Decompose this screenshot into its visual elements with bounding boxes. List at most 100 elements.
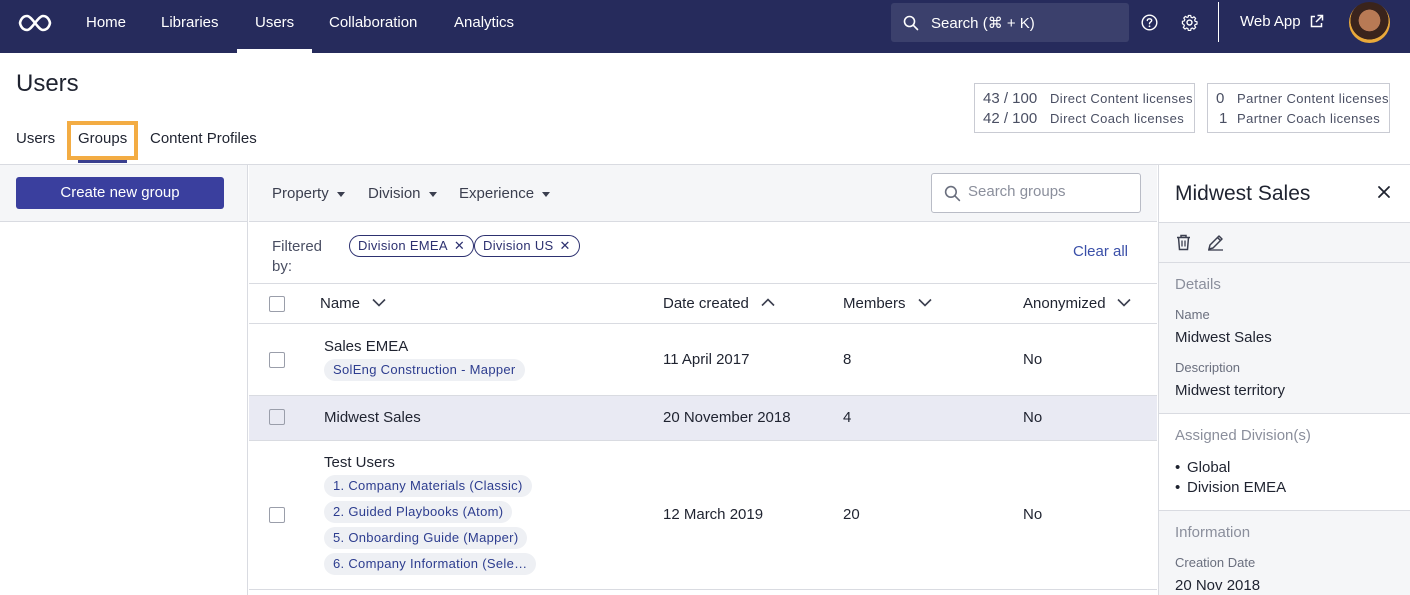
direct-content-license-count: 43 / 100 [983,90,1038,107]
date-created-cell: 11 April 2017 [663,351,750,368]
assigned-divisions-heading: Assigned Division(s) [1175,427,1311,444]
content-tag: 6. Company Information (Sele… [324,553,537,575]
table-header: Name Date created Members Anonymized [249,283,1157,324]
row-checkbox[interactable] [269,507,285,523]
anonymized-cell: No [1023,506,1043,523]
anonymized-cell: No [1023,409,1043,426]
details-section-heading: Details [1175,276,1221,293]
close-icon[interactable]: ✕ [559,238,570,253]
filter-chip-label: Division EMEA [358,238,448,253]
external-link-icon[interactable] [1309,14,1324,29]
gear-icon[interactable] [1181,14,1198,31]
assigned-divisions-list: Global Division EMEA [1175,458,1286,498]
global-search-label: Search (⌘ + K) [931,15,1035,32]
members-cell: 20 [843,506,860,523]
information-heading: Information [1175,524,1251,541]
date-created-cell: 12 March 2019 [663,506,764,523]
group-name[interactable]: Test Users [324,454,395,471]
details-divider [1159,413,1410,414]
search-groups-input[interactable] [968,183,1128,200]
search-groups-field[interactable] [931,173,1141,213]
name-value: Midwest Sales [1175,329,1272,346]
infinity-logo-icon[interactable] [18,12,52,34]
nav-users[interactable]: Users [236,0,313,53]
web-app-link[interactable]: Web App [1240,13,1301,30]
column-header-name[interactable]: Name [320,295,360,312]
filter-chip-division-emea[interactable]: Division EMEA ✕ [349,235,475,257]
division-list-item: Division EMEA [1175,478,1286,498]
direct-licenses-box: 43 / 100 Direct Content licenses 42 / 10… [974,83,1195,133]
search-icon [944,185,961,202]
top-navigation: Home Libraries Users Collaboration Analy… [0,0,1410,53]
chevron-up-icon[interactable] [761,298,775,307]
table-row[interactable]: Sales EMEA SolEng Construction - Mapper … [249,324,1157,396]
pencil-icon[interactable] [1207,234,1224,251]
help-icon[interactable] [1141,14,1158,31]
user-avatar[interactable] [1349,2,1390,43]
name-label: Name [1175,307,1210,322]
division-dropdown-label: Division [368,185,421,202]
property-dropdown-label: Property [272,185,329,202]
nav-libraries[interactable]: Libraries [161,0,219,53]
direct-content-license-label: Direct Content licenses [1050,91,1193,106]
experience-dropdown[interactable]: Experience [459,185,551,202]
date-created-cell: 20 November 2018 [663,409,791,426]
group-name[interactable]: Sales EMEA [324,338,408,355]
close-icon[interactable]: ✕ [454,238,465,253]
group-name[interactable]: Midwest Sales [324,409,421,426]
group-details-panel: Midwest Sales Details Name Midwest Sales… [1158,165,1410,595]
partner-coach-license-count: 1 [1219,110,1228,127]
property-dropdown[interactable]: Property [272,185,345,202]
row-checkbox[interactable] [269,409,285,425]
chevron-down-icon[interactable] [1117,298,1131,307]
nav-collaboration[interactable]: Collaboration [329,0,417,53]
filter-chip-label: Division US [483,238,554,253]
nav-home[interactable]: Home [86,0,126,53]
caret-down-icon [542,191,551,197]
column-header-date-created[interactable]: Date created [663,295,749,312]
trash-icon[interactable] [1176,234,1191,251]
creation-date-value: 20 Nov 2018 [1175,577,1261,594]
partner-coach-license-label: Partner Coach licenses [1237,111,1381,126]
select-all-checkbox[interactable] [269,296,285,312]
close-icon[interactable] [1377,185,1391,199]
partner-licenses-box: 0 Partner Content licenses 1 Partner Coa… [1207,83,1390,133]
column-header-anonymized[interactable]: Anonymized [1023,295,1106,312]
column-header-members[interactable]: Members [843,295,906,312]
create-new-group-button[interactable]: Create new group [16,177,224,209]
content-tag: 5. Onboarding Guide (Mapper) [324,527,528,549]
row-checkbox[interactable] [269,352,285,368]
table-row[interactable]: Test Users 1. Company Materials (Classic… [249,441,1157,590]
description-value: Midwest territory [1175,382,1286,399]
search-icon [903,15,919,31]
members-cell: 4 [843,409,852,426]
chevron-down-icon[interactable] [918,298,932,307]
tab-users[interactable]: Users [16,130,55,147]
filtered-by-label: Filtered by: [272,238,323,275]
nav-analytics[interactable]: Analytics [454,0,514,53]
global-search-input[interactable]: Search (⌘ + K) [891,3,1129,42]
details-toolbar [1159,223,1410,262]
division-list-item: Global [1175,458,1286,478]
nav-divider [1218,2,1219,42]
anonymized-cell: No [1023,351,1043,368]
partner-content-license-label: Partner Content licenses [1237,91,1389,106]
division-dropdown[interactable]: Division [368,185,437,202]
filter-chip-division-us[interactable]: Division US ✕ [474,235,580,257]
experience-dropdown-label: Experience [459,185,535,202]
caret-down-icon [428,191,437,197]
members-cell: 8 [843,351,852,368]
chevron-down-icon[interactable] [372,298,386,307]
details-panel-title: Midwest Sales [1175,182,1311,205]
clear-all-link[interactable]: Clear all [1073,243,1128,260]
direct-coach-license-label: Direct Coach licenses [1050,111,1185,126]
table-row-selected[interactable]: Midwest Sales 20 November 2018 4 No [249,396,1157,441]
partner-content-license-count: 0 [1216,90,1225,107]
content-tag: 1. Company Materials (Classic) [324,475,532,497]
caret-down-icon [336,191,345,197]
filter-bar: Property Division Experience [249,165,1157,222]
tab-content-profiles[interactable]: Content Profiles [150,130,257,147]
tab-groups[interactable]: Groups [78,130,127,147]
content-tag: SolEng Construction - Mapper [324,359,525,381]
left-panel-body [0,222,247,595]
